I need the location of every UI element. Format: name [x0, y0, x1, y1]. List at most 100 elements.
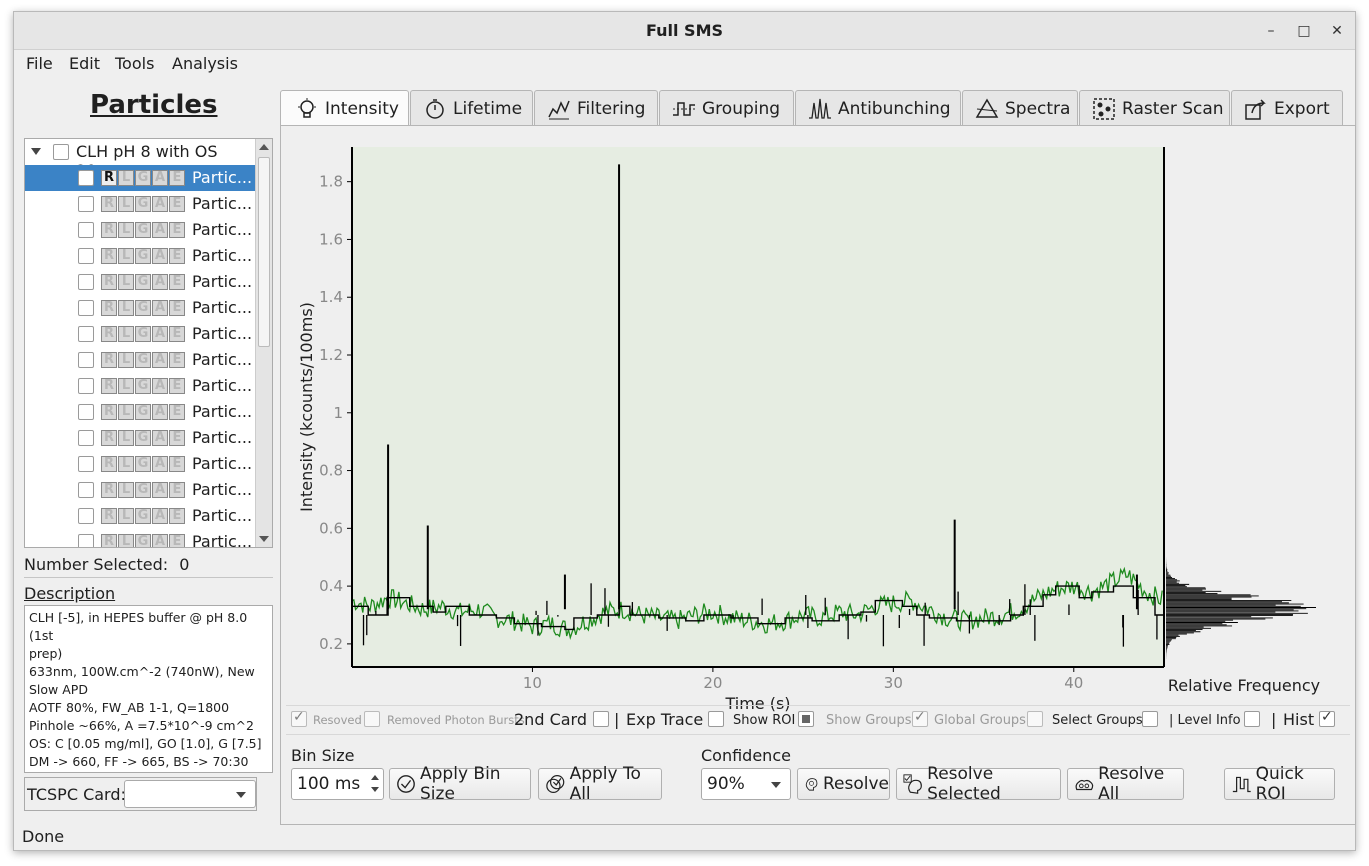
tab-spectra[interactable]: Spectra [962, 90, 1078, 126]
hist-axis-label: Relative Frequency [1168, 676, 1320, 695]
menu-analysis[interactable]: Analysis [172, 54, 238, 73]
hist-checkbox[interactable] [1319, 709, 1335, 727]
quick-roi-button[interactable]: Quick ROI [1224, 764, 1335, 804]
status-e-icon: E [169, 430, 185, 446]
particle-checkbox[interactable] [78, 222, 94, 238]
second-card-checkbox[interactable] [593, 711, 609, 727]
particle-row[interactable]: R L G A E Partic... [25, 529, 256, 547]
particle-row[interactable]: R L G A E Partic... [25, 217, 256, 243]
particle-row[interactable]: R L G A E Partic... [25, 321, 256, 347]
tab-intensity[interactable]: Intensity [280, 90, 409, 127]
close-icon[interactable]: ✕ [1326, 21, 1348, 41]
particle-checkbox[interactable] [78, 534, 94, 547]
particle-row[interactable]: R L G A E Partic... [25, 269, 256, 295]
tab-bar: Intensity Lifetime Filtering Grouping An… [280, 90, 1356, 127]
resolve-all-button[interactable]: Resolve All [1067, 764, 1184, 804]
menu-file[interactable]: File [26, 54, 53, 73]
status-a-icon: A [152, 352, 168, 368]
status-e-icon: E [169, 456, 185, 472]
particle-row[interactable]: R L G A E Partic... [25, 243, 256, 269]
tab-filtering[interactable]: Filtering [534, 90, 658, 126]
particle-checkbox[interactable] [78, 274, 94, 290]
particle-row[interactable]: R L G A E Partic... [25, 425, 256, 451]
bin-size-spinbox[interactable]: 100 ms [291, 768, 384, 800]
status-e-icon: E [169, 196, 185, 212]
particle-checkbox[interactable] [78, 248, 94, 264]
status-a-icon: A [152, 378, 168, 394]
status-g-icon: G [135, 456, 151, 472]
particle-row[interactable]: R L G A E Partic... [25, 503, 256, 529]
resolve-button[interactable]: Resolve [797, 768, 890, 800]
particle-checkbox[interactable] [78, 456, 94, 472]
intensity-plot[interactable]: 10 20 30 40 0.2 0.4 0.6 0.8 1 1.2 1.4 1.6 1.8 Time (… [284, 132, 1354, 712]
removed-bursts-checkbox[interactable] [364, 711, 380, 727]
particle-row[interactable]: R L G A E Partic... [25, 347, 256, 373]
particle-status-icons: RLGAE [101, 352, 186, 368]
apply-to-all-button[interactable]: Apply To All [538, 764, 662, 804]
particle-checkbox[interactable] [78, 430, 94, 446]
y-tick-label: 0.4 [319, 577, 343, 595]
removed-bursts-label: Removed Photon Bursts [387, 713, 525, 727]
particle-checkbox[interactable] [78, 170, 94, 186]
description-line: Pinhole ~66%, A =7.5*10^-9 cm^2 [29, 718, 254, 733]
particle-checkbox[interactable] [78, 196, 94, 212]
tree-scrollbar[interactable] [255, 139, 272, 547]
particle-row[interactable]: R L G A E Partic... [25, 399, 256, 425]
scroll-thumb[interactable] [258, 157, 270, 347]
minimize-icon[interactable]: – [1260, 21, 1282, 41]
description-line: OS: C [0.05 mg/ml], GO [1.0], G [7.5] [29, 736, 262, 751]
spin-down-icon[interactable] [371, 787, 379, 792]
confidence-select[interactable]: 90% [701, 768, 791, 800]
particle-checkbox[interactable] [78, 378, 94, 394]
particle-row[interactable]: R L G A E Partic... [25, 165, 256, 191]
tab-export[interactable]: Export [1231, 90, 1343, 126]
description-box[interactable]: CLH [-5], in HEPES buffer @ pH 8.0 (1st p… [24, 605, 273, 773]
menu-tools[interactable]: Tools [115, 54, 154, 73]
particle-row[interactable]: R L G A E Partic... [25, 477, 256, 503]
apply-bin-size-button[interactable]: Apply Bin Size [389, 764, 531, 804]
resolve-selected-button[interactable]: Resolve Selected [896, 764, 1061, 804]
scroll-up-icon[interactable] [259, 144, 269, 150]
tab-raster-scan[interactable]: Raster Scan [1079, 90, 1230, 126]
status-e-icon: E [169, 534, 185, 547]
status-l-icon: L [118, 430, 134, 446]
particles-tree[interactable]: CLH pH 8 with OS 20... RLGAEPartic...RLG… [24, 138, 273, 548]
maximize-icon[interactable]: □ [1293, 21, 1315, 41]
status-g-icon: G [135, 482, 151, 498]
particle-status-icons: RLGAE [101, 248, 186, 264]
global-groups-extra-checkbox[interactable] [1027, 711, 1043, 727]
exp-trace-checkbox[interactable] [708, 711, 724, 727]
tree-root-row[interactable]: CLH pH 8 with OS 20... [25, 139, 256, 180]
spin-up-icon[interactable] [371, 775, 379, 780]
status-a-icon: A [152, 170, 168, 186]
tab-grouping[interactable]: Grouping [659, 90, 794, 126]
global-groups-checkbox[interactable] [912, 709, 928, 727]
expand-arrow-icon[interactable] [31, 148, 41, 155]
particle-checkbox[interactable] [78, 482, 94, 498]
particle-checkbox[interactable] [78, 352, 94, 368]
particle-row[interactable]: R L G A E Partic... [25, 295, 256, 321]
status-l-icon: L [118, 534, 134, 547]
menu-edit[interactable]: Edit [69, 54, 100, 73]
particle-row[interactable]: R L G A E Partic... [25, 451, 256, 477]
status-l-icon: L [118, 274, 134, 290]
resolved-checkbox[interactable] [291, 709, 307, 727]
particle-checkbox[interactable] [78, 508, 94, 524]
tree-root-checkbox[interactable] [53, 144, 69, 160]
particle-checkbox[interactable] [78, 404, 94, 420]
select-groups-checkbox[interactable] [1142, 711, 1158, 727]
particle-row[interactable]: R L G A E Partic... [25, 373, 256, 399]
status-g-icon: G [135, 508, 151, 524]
particle-checkbox[interactable] [78, 326, 94, 342]
status-e-icon: E [169, 352, 185, 368]
show-roi-checkbox[interactable] [798, 711, 814, 727]
particle-status-icons: RLGAE [101, 274, 186, 290]
particle-checkbox[interactable] [78, 300, 94, 316]
tab-antibunching[interactable]: Antibunching [795, 90, 961, 126]
scroll-down-icon[interactable] [259, 536, 269, 542]
tcspc-card-select[interactable] [124, 780, 256, 808]
level-info-checkbox[interactable] [1244, 711, 1260, 727]
particle-row[interactable]: R L G A E Partic... [25, 191, 256, 217]
tab-lifetime[interactable]: Lifetime [410, 90, 533, 126]
particle-label: Partic... [192, 376, 253, 395]
